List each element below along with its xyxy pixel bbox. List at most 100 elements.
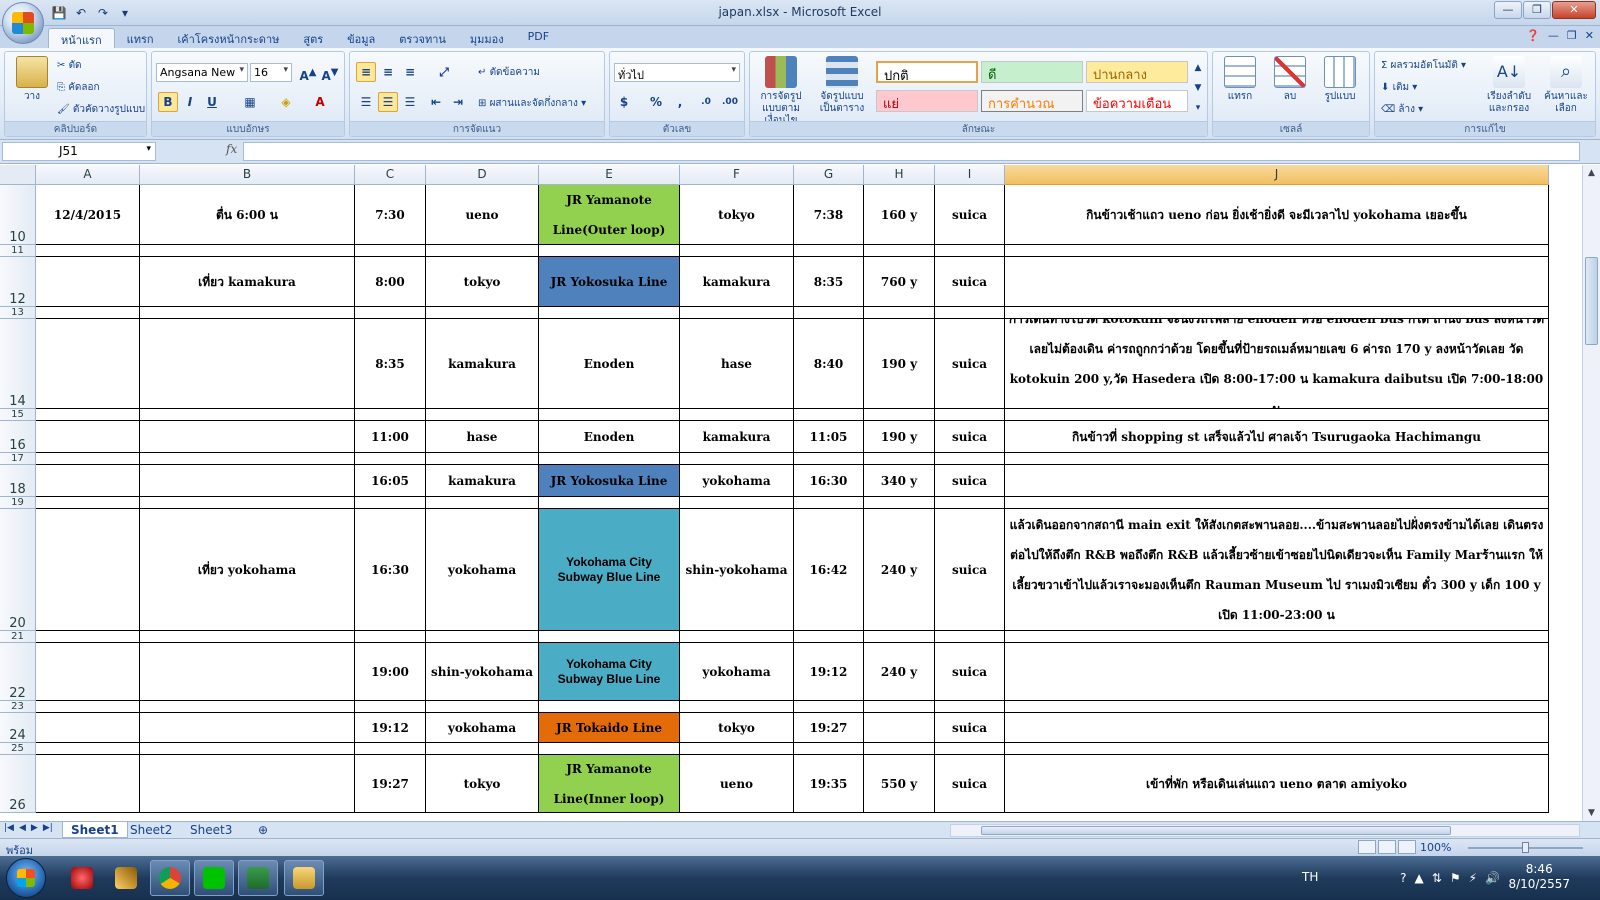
row-header[interactable]: 21 bbox=[0, 631, 36, 643]
normal-view-icon[interactable] bbox=[1358, 840, 1376, 854]
cell-c23[interactable] bbox=[355, 701, 426, 713]
cell-h12[interactable]: 760 y bbox=[864, 257, 935, 307]
cell-a24[interactable] bbox=[36, 713, 140, 743]
cell-f16[interactable]: kamakura bbox=[680, 421, 794, 453]
close-button[interactable]: ✕ bbox=[1552, 1, 1596, 19]
input-language[interactable]: TH bbox=[1302, 870, 1318, 884]
column-header[interactable]: I bbox=[935, 165, 1005, 185]
cell-j19[interactable] bbox=[1005, 497, 1549, 509]
maximize-button[interactable]: ❐ bbox=[1523, 1, 1551, 19]
cell-a13[interactable] bbox=[36, 307, 140, 319]
cell-j10[interactable]: กินข้าวเช้าแถว ueno ก่อน ยิ่งเช้ายิ่งดี … bbox=[1005, 185, 1549, 245]
cell-j11[interactable] bbox=[1005, 245, 1549, 257]
cell-e15[interactable] bbox=[539, 409, 680, 421]
cell-c17[interactable] bbox=[355, 453, 426, 465]
cell-b11[interactable] bbox=[140, 245, 355, 257]
cell-f23[interactable] bbox=[680, 701, 794, 713]
page-layout-view-icon[interactable] bbox=[1378, 840, 1396, 854]
column-header[interactable]: H bbox=[864, 165, 935, 185]
delete-cells-button[interactable]: ลบ bbox=[1267, 56, 1313, 103]
format-painter-button[interactable]: 🖌 ตัวคัดวางรูปแบบ bbox=[57, 102, 145, 117]
cell-a20[interactable] bbox=[36, 509, 140, 631]
cell-b10[interactable]: ตื่น 6:00 น bbox=[140, 185, 355, 245]
vertical-scroll-thumb[interactable] bbox=[1585, 257, 1598, 345]
cell-h16[interactable]: 190 y bbox=[864, 421, 935, 453]
cell-g24[interactable]: 19:27 bbox=[794, 713, 864, 743]
tray-help-icon[interactable]: ? bbox=[1400, 871, 1406, 885]
cell-d17[interactable] bbox=[426, 453, 539, 465]
row-header[interactable]: 11 bbox=[0, 245, 36, 257]
cell-c14[interactable]: 8:35 bbox=[355, 319, 426, 409]
cell-c12[interactable]: 8:00 bbox=[355, 257, 426, 307]
cell-c25[interactable] bbox=[355, 743, 426, 755]
cell-f11[interactable] bbox=[680, 245, 794, 257]
comma-icon[interactable]: , bbox=[670, 92, 690, 112]
cell-a12[interactable] bbox=[36, 257, 140, 307]
cell-i24[interactable]: suica bbox=[935, 713, 1005, 743]
cell-e26[interactable]: JR Yamanote Line(Inner loop) bbox=[539, 755, 680, 813]
cut-button[interactable]: ✂ ตัด bbox=[57, 58, 82, 73]
align-left-icon[interactable]: ☰ bbox=[356, 92, 376, 112]
cell-i26[interactable]: suica bbox=[935, 755, 1005, 813]
minimize-button[interactable]: — bbox=[1494, 1, 1522, 19]
column-header[interactable]: G bbox=[794, 165, 864, 185]
column-header[interactable]: J bbox=[1005, 165, 1549, 185]
style-bad[interactable]: แย่ bbox=[876, 90, 978, 112]
merge-center-button[interactable]: ⊞ ผสานและจัดกึ่งกลาง ▾ bbox=[478, 96, 586, 111]
cell-i25[interactable] bbox=[935, 743, 1005, 755]
row-header[interactable]: 25 bbox=[0, 743, 36, 755]
style-calculation[interactable]: การคำนวณ bbox=[981, 90, 1083, 112]
cell-d14[interactable]: kamakura bbox=[426, 319, 539, 409]
styles-more-icon[interactable]: ▾ bbox=[1188, 98, 1208, 118]
cell-b17[interactable] bbox=[140, 453, 355, 465]
ribbon-restore-icon[interactable]: ❐ bbox=[1567, 29, 1577, 42]
cell-b25[interactable] bbox=[140, 743, 355, 755]
tray-power-icon[interactable]: ⚡ bbox=[1469, 871, 1477, 885]
cell-e19[interactable] bbox=[539, 497, 680, 509]
taskbar-chrome-icon[interactable] bbox=[150, 860, 190, 896]
borders-icon[interactable]: ▦ bbox=[240, 92, 260, 112]
cell-a10[interactable]: 12/4/2015 bbox=[36, 185, 140, 245]
cell-f17[interactable] bbox=[680, 453, 794, 465]
cell-f24[interactable]: tokyo bbox=[680, 713, 794, 743]
conditional-formatting-button[interactable]: การจัดรูปแบบตามเงื่อนไข bbox=[752, 56, 810, 127]
cell-j17[interactable] bbox=[1005, 453, 1549, 465]
cell-d13[interactable] bbox=[426, 307, 539, 319]
cell-f10[interactable]: tokyo bbox=[680, 185, 794, 245]
cell-d10[interactable]: ueno bbox=[426, 185, 539, 245]
formula-input[interactable] bbox=[243, 142, 1580, 161]
cell-i11[interactable] bbox=[935, 245, 1005, 257]
number-format-select[interactable]: ทั่วไป bbox=[614, 63, 740, 82]
taskbar-explorer-icon[interactable] bbox=[284, 860, 324, 896]
ribbon-tab[interactable]: ตรวจทาน bbox=[387, 28, 458, 48]
cell-f25[interactable] bbox=[680, 743, 794, 755]
align-middle-icon[interactable]: ≡ bbox=[378, 62, 398, 82]
cell-c21[interactable] bbox=[355, 631, 426, 643]
cell-e21[interactable] bbox=[539, 631, 680, 643]
cell-f22[interactable]: yokohama bbox=[680, 643, 794, 701]
row-header[interactable]: 23 bbox=[0, 701, 36, 713]
cell-e20[interactable]: Yokohama City Subway Blue Line bbox=[539, 509, 680, 631]
row-header[interactable]: 13 bbox=[0, 307, 36, 319]
cell-d12[interactable]: tokyo bbox=[426, 257, 539, 307]
cell-g14[interactable]: 8:40 bbox=[794, 319, 864, 409]
cell-j21[interactable] bbox=[1005, 631, 1549, 643]
cell-j15[interactable] bbox=[1005, 409, 1549, 421]
cell-j26[interactable]: เข้าที่พัก หรือเดินเล่นแถว ueno ตลาด ami… bbox=[1005, 755, 1549, 813]
cell-d16[interactable]: hase bbox=[426, 421, 539, 453]
cell-b14[interactable] bbox=[140, 319, 355, 409]
cell-f15[interactable] bbox=[680, 409, 794, 421]
row-header[interactable]: 22 bbox=[0, 643, 36, 701]
cell-a18[interactable] bbox=[36, 465, 140, 497]
cell-f12[interactable]: kamakura bbox=[680, 257, 794, 307]
cell-c13[interactable] bbox=[355, 307, 426, 319]
cell-c11[interactable] bbox=[355, 245, 426, 257]
tray-network-icon[interactable]: ⇅ bbox=[1432, 871, 1442, 885]
ribbon-tab[interactable]: มุมมอง bbox=[458, 28, 516, 48]
ribbon-tab[interactable]: สูตร bbox=[291, 28, 335, 48]
cell-c15[interactable] bbox=[355, 409, 426, 421]
percent-icon[interactable]: % bbox=[646, 92, 666, 112]
cell-c26[interactable]: 19:27 bbox=[355, 755, 426, 813]
cell-c19[interactable] bbox=[355, 497, 426, 509]
bold-button[interactable]: B bbox=[158, 92, 178, 112]
